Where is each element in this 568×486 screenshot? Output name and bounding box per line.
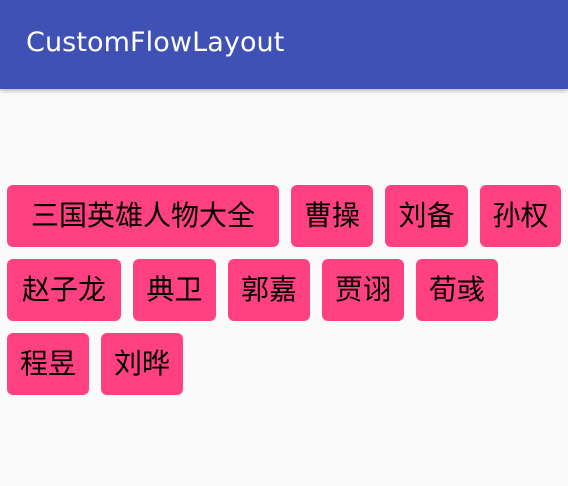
- tag-item[interactable]: 三国英雄人物大全: [7, 185, 279, 247]
- tag-item[interactable]: 程昱: [7, 333, 89, 395]
- tag-item[interactable]: 刘晔: [101, 333, 183, 395]
- flow-layout: 三国英雄人物大全 曹操 刘备 孙权 赵子龙 典卫 郭嘉 贾诩 荀彧 程昱 刘晔: [0, 89, 568, 395]
- tag-item[interactable]: 刘备: [385, 185, 468, 247]
- app-window: CustomFlowLayout 三国英雄人物大全 曹操 刘备 孙权 赵子龙 典…: [0, 0, 568, 486]
- tag-item[interactable]: 赵子龙: [7, 259, 121, 321]
- tag-item[interactable]: 孙权: [480, 185, 561, 247]
- tag-item[interactable]: 贾诩: [322, 259, 404, 321]
- tag-item[interactable]: 郭嘉: [228, 259, 310, 321]
- tag-item[interactable]: 曹操: [291, 185, 373, 247]
- tag-item[interactable]: 典卫: [133, 259, 216, 321]
- tag-item[interactable]: 荀彧: [416, 259, 498, 321]
- app-toolbar: CustomFlowLayout: [0, 0, 568, 89]
- toolbar-title: CustomFlowLayout: [26, 27, 285, 58]
